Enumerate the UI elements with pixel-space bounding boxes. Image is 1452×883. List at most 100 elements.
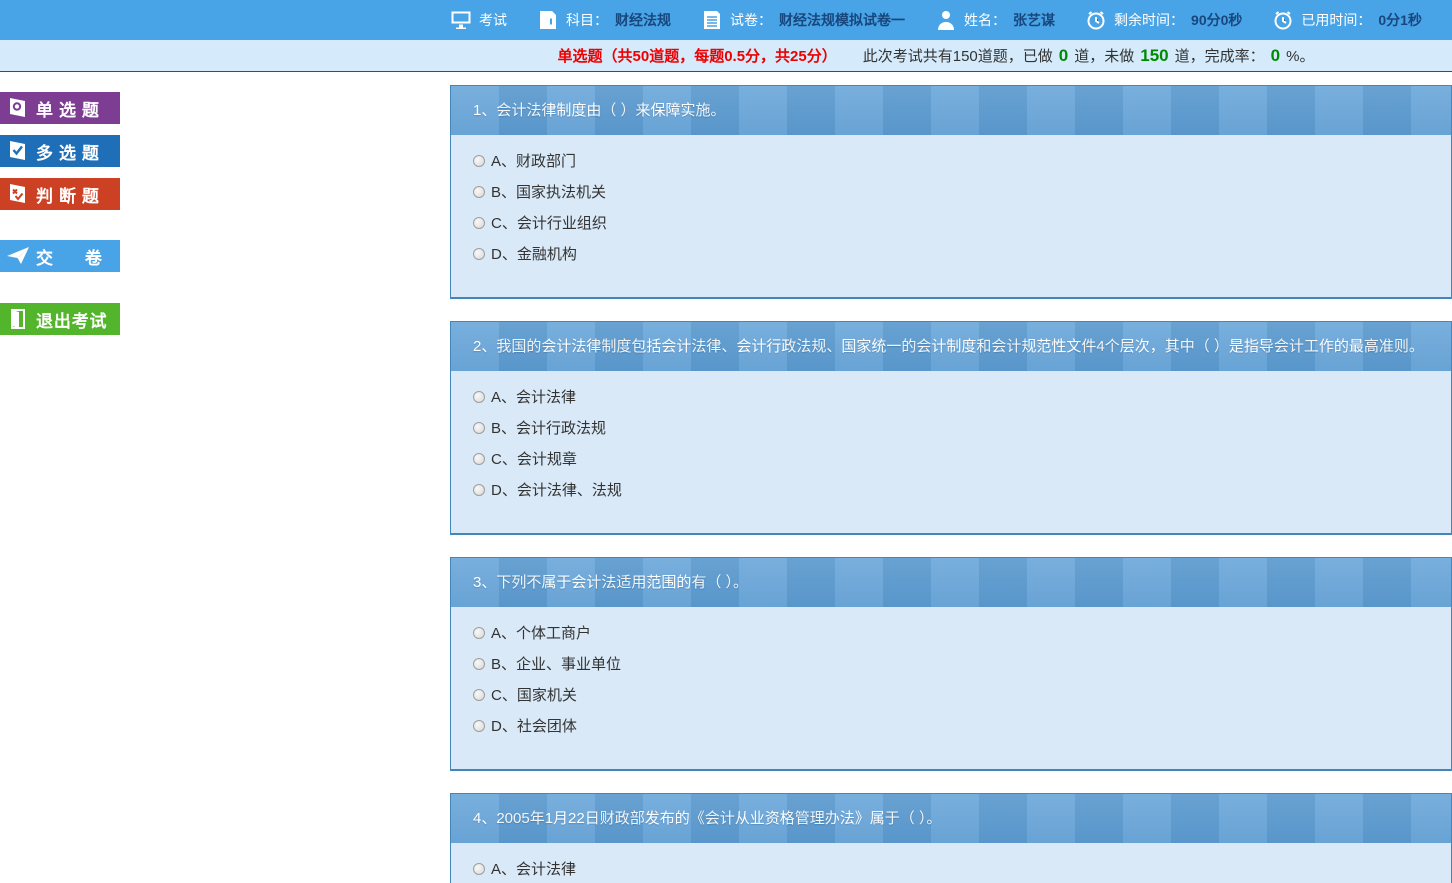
stats-text: 道，完成率： bbox=[1175, 45, 1265, 66]
checkmark-flag-icon bbox=[6, 139, 30, 163]
question-options: A、个体工商户 B、企业、事业单位 C、国家机关 D、社会团体 bbox=[451, 607, 1451, 769]
name-value: 张艺谋 bbox=[1013, 10, 1055, 30]
remaining-value: 90分0秒 bbox=[1191, 10, 1242, 30]
paper-value: 财经法规模拟试卷一 bbox=[779, 10, 905, 30]
complete-rate: 0 bbox=[1271, 46, 1280, 66]
subject-label: 科目： bbox=[566, 10, 608, 30]
remaining-label: 剩余时间： bbox=[1114, 10, 1184, 30]
question-panel-2: 2、我国的会计法律制度包括会计法律、会计行政法规、国家统一的会计制度和会计规范性… bbox=[450, 321, 1452, 535]
radio-button[interactable] bbox=[473, 422, 485, 434]
subject-info: 科目： 财经法规 bbox=[537, 9, 671, 31]
name-label: 姓名： bbox=[964, 10, 1006, 30]
sidebar-label: 退出考试 bbox=[36, 307, 107, 332]
student-info: 姓名： 张艺谋 bbox=[935, 9, 1055, 31]
radio-button[interactable] bbox=[473, 155, 485, 167]
question-title: 3、下列不属于会计法适用范围的有（ ）。 bbox=[451, 558, 1451, 607]
radio-button[interactable] bbox=[473, 720, 485, 732]
exam-home: 考试 bbox=[450, 9, 507, 31]
question-panel-1: 1、会计法律制度由（ ）来保障实施。 A、财政部门 B、国家执法机关 C、会计行… bbox=[450, 85, 1452, 299]
option-row[interactable]: B、会计行政法规 bbox=[473, 412, 1431, 443]
elapsed-time: 已用时间： 0分1秒 bbox=[1272, 9, 1422, 31]
sidebar-label: 交 卷 bbox=[36, 244, 116, 269]
option-row[interactable]: D、会计法律、法规 bbox=[473, 474, 1431, 505]
sidebar-label: 多选题 bbox=[36, 139, 105, 164]
monitor-icon bbox=[450, 9, 472, 31]
option-label: C、会计行业组织 bbox=[491, 212, 607, 233]
stats-text: 道，未做 bbox=[1074, 45, 1134, 66]
option-row[interactable]: A、个体工商户 bbox=[473, 617, 1431, 648]
stats-text: 此次考试共有150道题，已做 bbox=[863, 45, 1053, 66]
person-icon bbox=[935, 9, 957, 31]
alarm-clock-icon bbox=[1085, 9, 1107, 31]
question-title: 2、我国的会计法律制度包括会计法律、会计行政法规、国家统一的会计制度和会计规范性… bbox=[451, 322, 1451, 371]
option-label: B、国家执法机关 bbox=[491, 181, 606, 202]
radio-flag-icon bbox=[6, 96, 30, 120]
radio-button[interactable] bbox=[473, 391, 485, 403]
section-title: 单选题（共50道题，每题0.5分，共25分） bbox=[558, 45, 837, 66]
remaining-time: 剩余时间： 90分0秒 bbox=[1085, 9, 1242, 31]
radio-button[interactable] bbox=[473, 863, 485, 875]
option-label: D、会计法律、法规 bbox=[491, 479, 622, 500]
paper-label: 试卷： bbox=[730, 10, 772, 30]
option-row[interactable]: D、社会团体 bbox=[473, 710, 1431, 741]
option-label: A、财政部门 bbox=[491, 150, 576, 171]
question-title: 4、2005年1月22日财政部发布的《会计从业资格管理办法》属于（ ）。 bbox=[451, 794, 1451, 843]
option-label: D、社会团体 bbox=[491, 715, 577, 736]
option-row[interactable]: A、会计法律 bbox=[473, 853, 1431, 883]
sidebar-label: 判断题 bbox=[36, 182, 105, 207]
option-row[interactable]: C、会计规章 bbox=[473, 443, 1431, 474]
option-label: B、企业、事业单位 bbox=[491, 653, 621, 674]
paper-info: 试卷： 财经法规模拟试卷一 bbox=[701, 9, 905, 31]
question-panel-4: 4、2005年1月22日财政部发布的《会计从业资格管理办法》属于（ ）。 A、会… bbox=[450, 793, 1452, 883]
question-list: 1、会计法律制度由（ ）来保障实施。 A、财政部门 B、国家执法机关 C、会计行… bbox=[450, 72, 1452, 883]
subject-value: 财经法规 bbox=[615, 10, 671, 30]
exit-exam-button[interactable]: 退出考试 bbox=[0, 303, 120, 335]
paper-plane-icon bbox=[6, 244, 30, 268]
question-options: A、财政部门 B、国家执法机关 C、会计行业组织 D、金融机构 bbox=[451, 135, 1451, 297]
option-row[interactable]: B、企业、事业单位 bbox=[473, 648, 1431, 679]
option-label: A、会计法律 bbox=[491, 386, 576, 407]
option-row[interactable]: A、会计法律 bbox=[473, 381, 1431, 412]
question-options: A、会计法律 B、会计行政法规 C、会计规章 D、会计法律、法规 bbox=[451, 371, 1451, 533]
book-icon bbox=[537, 9, 559, 31]
option-row[interactable]: C、会计行业组织 bbox=[473, 207, 1431, 238]
option-label: D、金融机构 bbox=[491, 243, 577, 264]
radio-button[interactable] bbox=[473, 453, 485, 465]
option-label: A、个体工商户 bbox=[491, 622, 591, 643]
progress-bar: 单选题（共50道题，每题0.5分，共25分） 此次考试共有150道题，已做 0 … bbox=[0, 40, 1452, 72]
question-panel-3: 3、下列不属于会计法适用范围的有（ ）。 A、个体工商户 B、企业、事业单位 C… bbox=[450, 557, 1452, 771]
exam-stats: 此次考试共有150道题，已做 0 道，未做 150 道，完成率： 0 %。 bbox=[863, 45, 1315, 66]
exam-topbar: 考试 科目： 财经法规 试卷： 财经法规模拟试卷一 姓名： 张艺谋 剩余时间： … bbox=[0, 0, 1452, 40]
option-row[interactable]: B、国家执法机关 bbox=[473, 176, 1431, 207]
option-row[interactable]: C、国家机关 bbox=[473, 679, 1431, 710]
question-title: 1、会计法律制度由（ ）来保障实施。 bbox=[451, 86, 1451, 135]
option-label: A、会计法律 bbox=[491, 858, 576, 879]
radio-button[interactable] bbox=[473, 186, 485, 198]
option-row[interactable]: D、金融机构 bbox=[473, 238, 1431, 269]
stats-text: %。 bbox=[1286, 45, 1314, 66]
elapsed-label: 已用时间： bbox=[1301, 10, 1371, 30]
exit-door-icon bbox=[6, 307, 30, 331]
sidebar-label: 单选题 bbox=[36, 96, 105, 121]
exam-label: 考试 bbox=[479, 10, 507, 30]
alarm-clock-icon bbox=[1272, 9, 1294, 31]
check-cross-flag-icon bbox=[6, 182, 30, 206]
option-label: C、国家机关 bbox=[491, 684, 577, 705]
radio-button[interactable] bbox=[473, 689, 485, 701]
sidebar-item-single-choice[interactable]: 单选题 bbox=[0, 92, 120, 124]
radio-button[interactable] bbox=[473, 658, 485, 670]
radio-button[interactable] bbox=[473, 627, 485, 639]
sidebar-item-multi-choice[interactable]: 多选题 bbox=[0, 135, 120, 167]
question-options: A、会计法律 B、会计规章 bbox=[451, 843, 1451, 883]
radio-button[interactable] bbox=[473, 248, 485, 260]
elapsed-value: 0分1秒 bbox=[1378, 10, 1422, 30]
document-icon bbox=[701, 9, 723, 31]
done-count: 0 bbox=[1059, 46, 1068, 66]
option-label: C、会计规章 bbox=[491, 448, 577, 469]
sidebar-item-judge[interactable]: 判断题 bbox=[0, 178, 120, 210]
option-row[interactable]: A、财政部门 bbox=[473, 145, 1431, 176]
submit-paper-button[interactable]: 交 卷 bbox=[0, 240, 120, 272]
radio-button[interactable] bbox=[473, 217, 485, 229]
undone-count: 150 bbox=[1140, 46, 1168, 66]
radio-button[interactable] bbox=[473, 484, 485, 496]
